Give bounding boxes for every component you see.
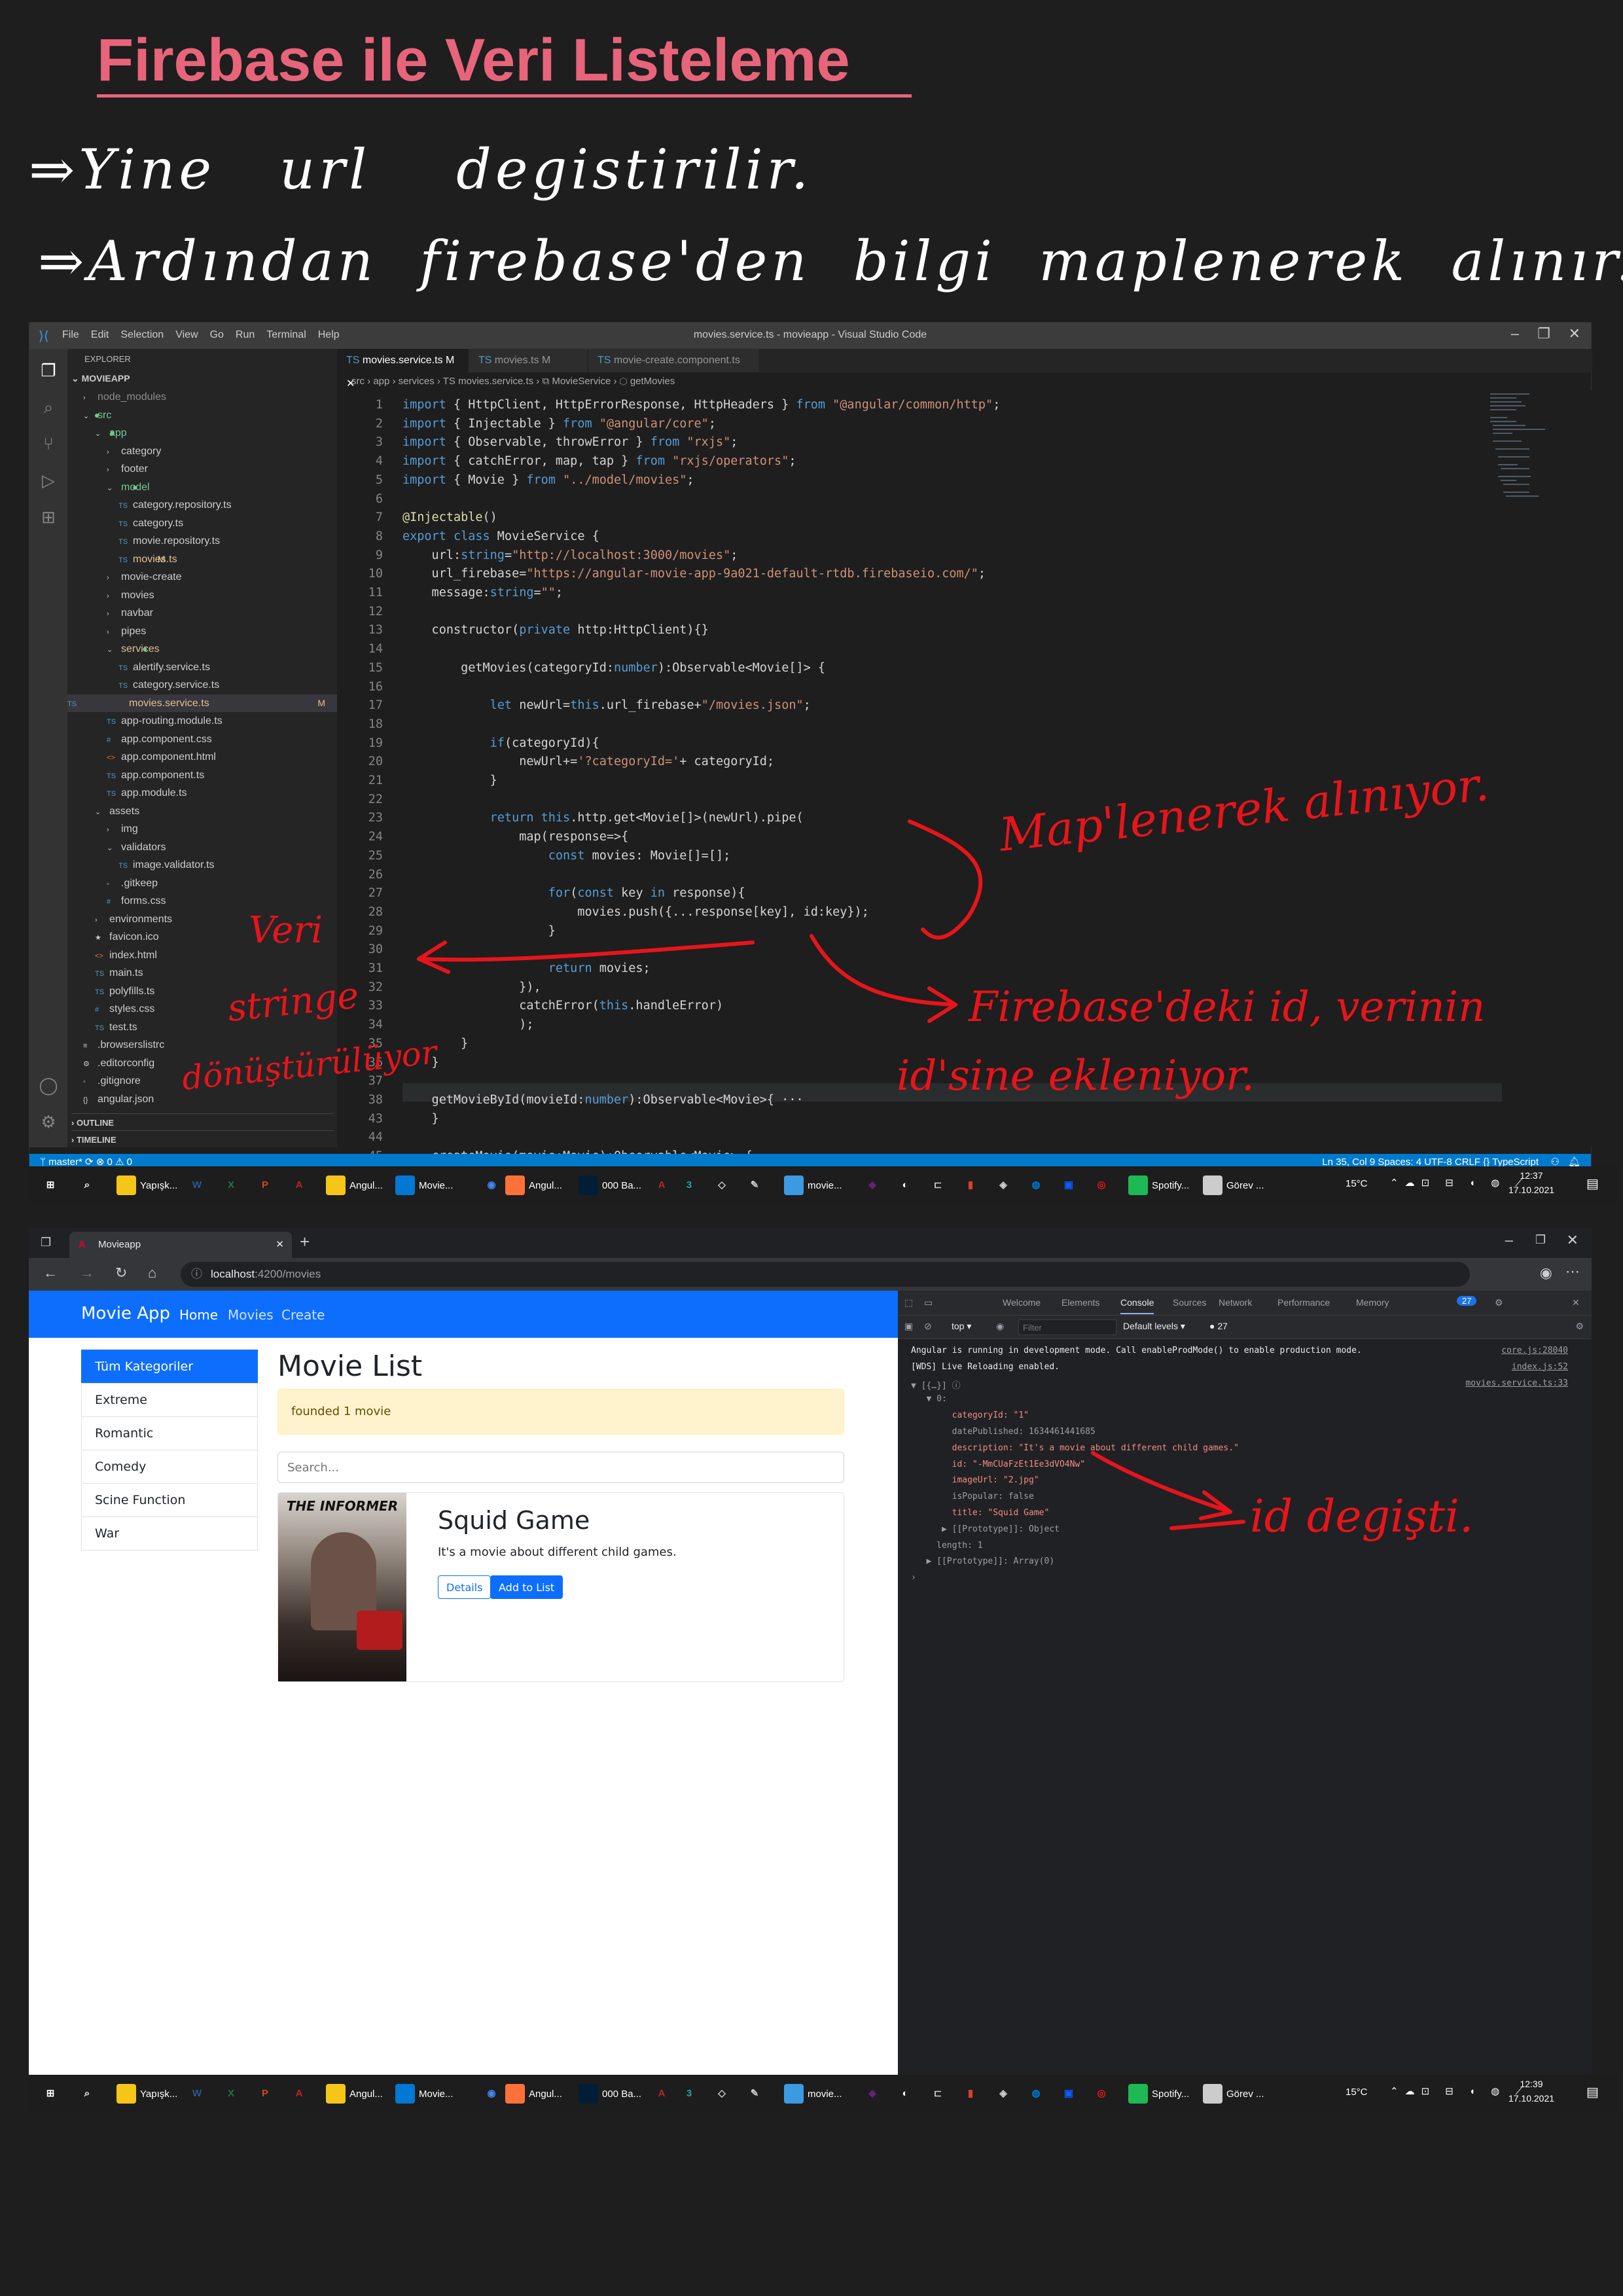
id-underline bbox=[1169, 1520, 1245, 1530]
annotation-layer: Map'lenerek alınıyor. Firebase'deki id, … bbox=[180, 757, 1491, 1543]
anno-firebase-2: id'sine ekleniyor. bbox=[897, 1052, 1255, 1100]
anno-firebase-1: Firebase'deki id, verinin bbox=[968, 983, 1485, 1031]
anno-id: id degişti. bbox=[1250, 1491, 1474, 1543]
anno-map: Map'lenerek alınıyor. bbox=[995, 757, 1491, 862]
anno-veri-2: stringe bbox=[226, 974, 361, 1030]
page: Firebase ile Veri Listeleme ⇒Yine url de… bbox=[0, 0, 1623, 2296]
anno-veri-3: dönüştürülüyor bbox=[180, 1033, 440, 1098]
anno-veri-1: Veri bbox=[249, 909, 323, 952]
arrow-head-veri bbox=[417, 941, 450, 974]
arrow-to-id bbox=[1091, 1451, 1232, 1514]
arrow-to-firebase bbox=[810, 934, 957, 1007]
arrow-to-veri bbox=[417, 941, 755, 962]
arrow-map-curve bbox=[908, 819, 983, 940]
